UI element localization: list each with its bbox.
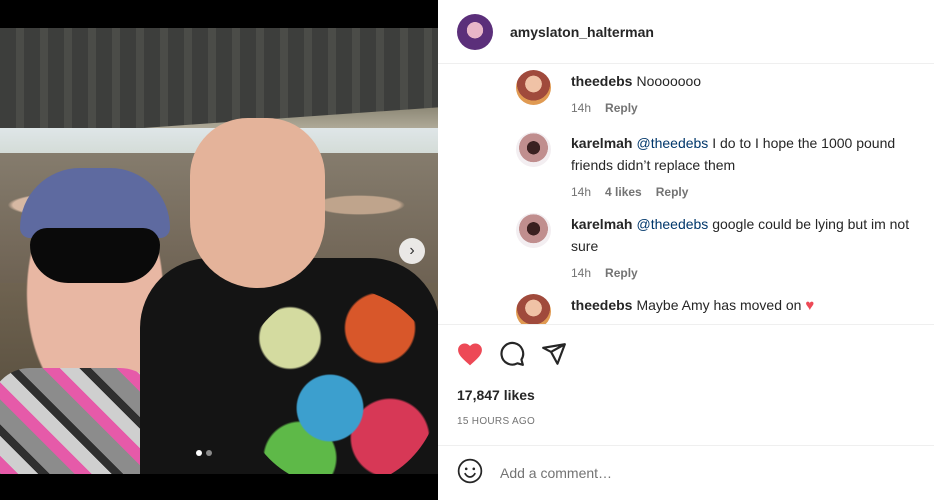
comment-item: karelmah @theedebs google could be lying … [516,213,928,284]
comment-meta: 14h 4 likes Reply [571,181,928,203]
comment-reply-button[interactable]: Reply [605,97,638,119]
add-comment-bar [438,446,934,500]
comment-body: theedebs Maybe Amy has moved on ♥ [571,294,928,324]
comment-text: Maybe Amy has moved on [636,297,802,313]
comment-avatar[interactable] [516,132,551,167]
comment-mention[interactable]: @theedebs [636,135,708,151]
post-actions-bar: 17,847 likes 15 HOURS AGO [438,324,934,446]
post-side-panel: amyslaton_halterman theedebs Nooooooo 14h… [438,0,934,500]
photo-head-right [190,118,325,288]
heart-emoji-icon: ♥ [805,297,815,314]
comment-username[interactable]: karelmah [571,135,632,151]
photo-roof [0,28,438,139]
comment-avatar[interactable] [516,70,551,105]
likes-count[interactable]: 17,847 likes [457,387,535,403]
comment-mention[interactable]: @theedebs [636,216,708,232]
post-photo[interactable] [0,28,438,474]
post-header: amyslaton_halterman [438,0,934,64]
comment-meta: 14h Reply [571,262,928,284]
comment-username[interactable]: theedebs [571,297,632,313]
comment-username[interactable]: karelmah [571,216,632,232]
carousel-dot-1 [196,450,202,456]
comments-list[interactable]: theedebs Nooooooo 14h Reply karelmah @thee… [438,64,934,324]
author-avatar[interactable] [457,13,493,50]
comment-body: karelmah @theedebs google could be lying … [571,213,928,284]
carousel-next-button[interactable]: › [399,238,425,264]
comment-meta: 14h Reply [571,97,928,119]
carousel-dots [196,450,212,456]
author-username[interactable]: amyslaton_halterman [510,24,654,40]
action-icons [457,341,567,372]
post-photo-panel: › [0,0,438,500]
comment-reply-button[interactable]: Reply [656,181,689,203]
photo-shirt-print [240,288,438,474]
comment-input[interactable] [500,465,880,481]
comment-likes[interactable]: 4 likes [605,181,642,203]
comment-time: 14h [571,266,592,280]
comment-body: karelmah @theedebs I do to I hope the 100… [571,132,928,203]
comment-time: 14h [571,101,592,115]
photo-sunglasses [30,228,160,283]
comment-item: theedebs Nooooooo 14h Reply [516,70,928,119]
comment-time: 14h [571,185,592,199]
carousel-dot-2 [206,450,212,456]
comment-item: karelmah @theedebs I do to I hope the 100… [516,132,928,203]
comment-username[interactable]: theedebs [571,73,632,89]
comment-bubble-icon[interactable] [499,341,525,372]
like-heart-icon[interactable] [457,342,483,371]
comment-avatar[interactable] [516,294,551,324]
post-time-ago[interactable]: 15 HOURS AGO [457,416,535,427]
share-paper-plane-icon[interactable] [541,341,567,372]
comment-item: theedebs Maybe Amy has moved on ♥ [516,294,928,324]
comment-avatar[interactable] [516,213,551,248]
emoji-smiley-icon[interactable] [457,458,483,489]
comment-body: theedebs Nooooooo 14h Reply [571,70,928,119]
photo-shirt-left [0,368,160,474]
comment-reply-button[interactable]: Reply [605,262,638,284]
comment-text: Nooooooo [636,73,702,89]
